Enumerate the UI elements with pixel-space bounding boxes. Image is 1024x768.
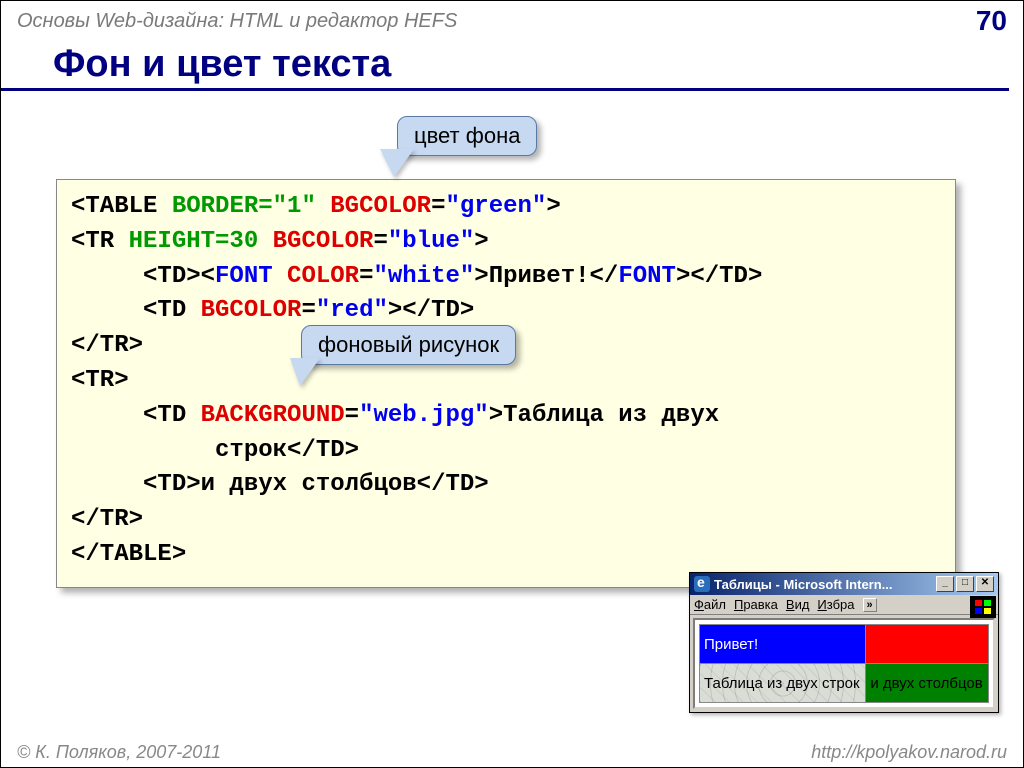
browser-titlebar: Таблицы - Microsoft Intern... _ □ ✕ [690, 573, 998, 595]
menu-favorites[interactable]: Избра [817, 597, 854, 612]
cell-hello: Привет! [700, 625, 866, 664]
code-text: ></TD> [676, 263, 762, 290]
slide: Основы Web-дизайна: HTML и редактор HEFS… [0, 0, 1024, 768]
ie-icon [694, 576, 710, 592]
callout-tail-icon [290, 358, 320, 386]
code-text: <TABLE [71, 193, 172, 220]
page-title: Фон и цвет текста [1, 37, 1009, 91]
code-text: >Привет!</ [474, 263, 618, 290]
code-text: <TD>и двух столбцов</TD> [143, 471, 489, 498]
code-text: ></TD> [388, 297, 474, 324]
code-indent [71, 297, 143, 324]
browser-content: Привет! Таблица из двух строк и двух сто… [693, 618, 995, 709]
code-text: "white" [373, 263, 474, 290]
code-text: = [359, 263, 373, 290]
menu-more-button[interactable]: » [863, 598, 877, 612]
menu-file[interactable]: Файл [694, 597, 726, 612]
callout-bg-image: фоновый рисунок [301, 325, 516, 365]
browser-title: Таблицы - Microsoft Intern... [714, 577, 934, 592]
code-text: = [373, 228, 387, 255]
browser-menubar: Файл Правка Вид Избра » [690, 595, 998, 615]
code-text: <TD>< [143, 263, 215, 290]
code-text: BGCOLOR [273, 228, 374, 255]
code-text: = [301, 297, 315, 324]
maximize-button[interactable]: □ [956, 576, 974, 592]
page-number: 70 [976, 5, 1007, 37]
code-text: >Таблица из двух [489, 402, 719, 429]
code-text: "web.jpg" [359, 402, 489, 429]
code-text: строк</TD> [71, 437, 359, 464]
code-text: HEIGHT=30 [129, 228, 273, 255]
code-text: > [474, 228, 488, 255]
code-text: <TR [71, 228, 129, 255]
windows-logo-icon [970, 596, 996, 618]
menu-view[interactable]: Вид [786, 597, 810, 612]
code-text: BGCOLOR [201, 297, 302, 324]
footer-copyright: © К. Поляков, 2007-2011 [17, 742, 221, 763]
code-text: FONT [618, 263, 676, 290]
slide-footer: © К. Поляков, 2007-2011 http://kpolyakov… [1, 742, 1023, 763]
code-text: = [345, 402, 359, 429]
code-text: </TR> [71, 506, 143, 533]
code-text: BACKGROUND [201, 402, 345, 429]
code-text: = [431, 193, 445, 220]
code-text: > [546, 193, 560, 220]
code-text: <TD [143, 297, 201, 324]
table-row: Таблица из двух строк и двух столбцов [700, 664, 989, 703]
code-text: </TABLE> [71, 541, 186, 568]
code-block: <TABLE BORDER="1" BGCOLOR="green"> <TR H… [56, 179, 956, 588]
code-indent [71, 402, 143, 429]
callout-label: фоновый рисунок [318, 332, 499, 357]
callout-label: цвет фона [414, 123, 520, 148]
cell-web-bg: Таблица из двух строк [700, 664, 866, 703]
callout-tail-icon [380, 149, 414, 177]
menu-edit[interactable]: Правка [734, 597, 778, 612]
callout-bg-color: цвет фона [397, 116, 537, 156]
code-indent [71, 471, 143, 498]
footer-url: http://kpolyakov.narod.ru [811, 742, 1007, 763]
code-indent [71, 263, 143, 290]
minimize-button[interactable]: _ [936, 576, 954, 592]
code-text: BORDER="1" [172, 193, 330, 220]
header-subject: Основы Web-дизайна: HTML и редактор HEFS [17, 10, 457, 33]
code-text: BGCOLOR [330, 193, 431, 220]
code-text: "green" [446, 193, 547, 220]
code-text: <TR> [71, 367, 129, 394]
slide-header: Основы Web-дизайна: HTML и редактор HEFS… [1, 1, 1023, 37]
code-text: <TD [143, 402, 201, 429]
close-button[interactable]: ✕ [976, 576, 994, 592]
cell-green: и двух столбцов [866, 664, 989, 703]
code-text: "red" [316, 297, 388, 324]
code-text: COLOR [287, 263, 359, 290]
browser-window: Таблицы - Microsoft Intern... _ □ ✕ Файл… [689, 572, 999, 713]
code-text: </TR> [71, 332, 143, 359]
code-text: FONT [215, 263, 287, 290]
code-text: "blue" [388, 228, 474, 255]
sample-table: Привет! Таблица из двух строк и двух сто… [699, 624, 989, 703]
table-row: Привет! [700, 625, 989, 664]
cell-red-empty [866, 625, 989, 664]
